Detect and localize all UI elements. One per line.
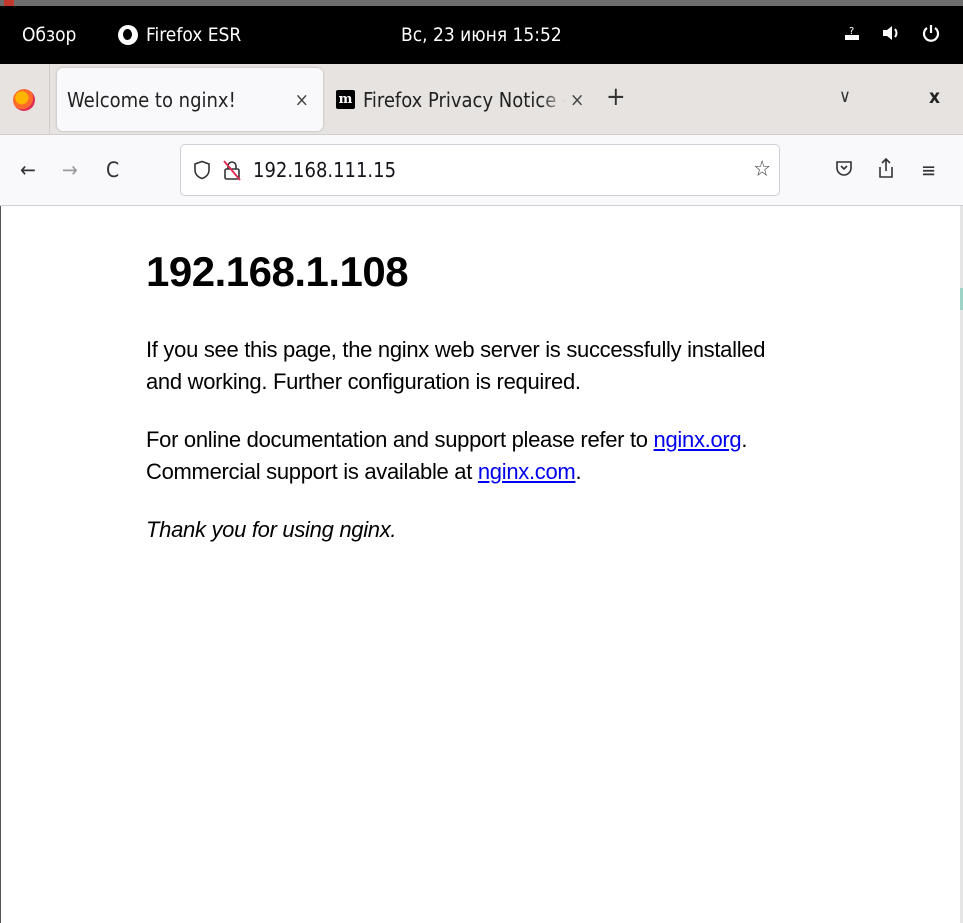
clock[interactable]: Вс, 23 июня 15:52 (401, 24, 562, 46)
back-button[interactable]: ← (20, 157, 36, 183)
share-icon[interactable] (877, 157, 895, 185)
nginx-org-link[interactable]: nginx.org (654, 427, 742, 452)
tab-nginx-welcome[interactable]: Welcome to nginx! × (57, 68, 323, 131)
page-viewport: 192.168.1.108 If you see this page, the … (0, 206, 963, 923)
page-heading: 192.168.1.108 (146, 248, 409, 295)
volume-icon[interactable] (881, 24, 901, 47)
firefox-view-icon[interactable] (13, 89, 35, 111)
url-bar[interactable]: 192.168.111.15 ☆ (180, 144, 780, 196)
docs-period: . (741, 427, 748, 452)
thanks-text: Thank you for using nginx. (146, 517, 397, 542)
list-all-tabs-button[interactable]: ∨ (839, 86, 851, 107)
system-top-bar: Обзор Firefox ESR Вс, 23 июня 15:52 ? (0, 6, 963, 64)
tab-strip-divider (49, 64, 50, 135)
bookmark-star-icon[interactable]: ☆ (753, 157, 771, 182)
docs-text: For online documentation and support ple… (146, 427, 654, 452)
tab-close-icon[interactable]: × (570, 89, 584, 111)
pocket-icon[interactable] (835, 157, 853, 183)
tab-close-icon[interactable]: × (295, 89, 309, 111)
tracking-protection-shield-icon[interactable] (193, 160, 211, 180)
reload-button[interactable]: C (106, 157, 119, 183)
network-icon[interactable]: ? (843, 24, 861, 47)
nginx-com-link[interactable]: nginx.com (478, 459, 576, 484)
activities-button[interactable]: Обзор (22, 24, 76, 46)
app-menu-button[interactable]: ≡ (921, 157, 936, 183)
tab-privacy-notice[interactable]: m Firefox Privacy Notice — Mozilla × (336, 68, 592, 131)
mozilla-favicon-icon: m (336, 90, 355, 109)
tab-title: Welcome to nginx! (67, 87, 236, 112)
thanks-paragraph: Thank you for using nginx. (146, 514, 786, 546)
window-close-button[interactable]: x (929, 86, 940, 108)
svg-text:?: ? (849, 26, 854, 37)
forward-button[interactable]: → (62, 157, 78, 183)
intro-paragraph: If you see this page, the nginx web serv… (146, 337, 766, 394)
navigation-toolbar: ← → C 192.168.111.15 ☆ ≡ (0, 135, 963, 206)
tab-strip: Welcome to nginx! × m Firefox Privacy No… (0, 64, 963, 135)
support-text: Commercial support is available at (146, 459, 478, 484)
insecure-lock-icon[interactable] (223, 159, 241, 181)
tab-title: Firefox Privacy Notice — Mozilla (363, 87, 566, 112)
app-name: Firefox ESR (146, 24, 242, 46)
docs-paragraph: For online documentation and support ple… (146, 424, 786, 488)
support-period: . (575, 459, 582, 484)
app-menu[interactable]: Firefox ESR (118, 24, 241, 46)
new-tab-button[interactable]: + (606, 84, 626, 110)
firefox-app-icon (118, 25, 138, 45)
system-tray[interactable]: ? (843, 23, 941, 48)
url-text[interactable]: 192.168.111.15 (253, 158, 396, 182)
page-content: 192.168.1.108 If you see this page, the … (146, 248, 786, 572)
power-icon[interactable] (921, 23, 941, 48)
